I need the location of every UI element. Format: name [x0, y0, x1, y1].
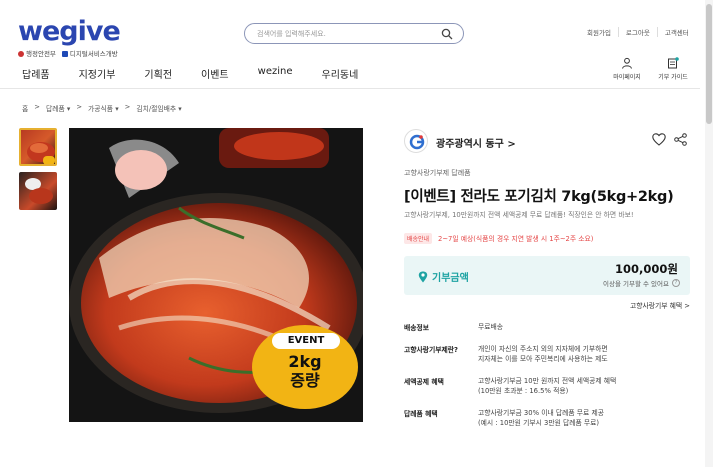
logout-link[interactable]: 로그아웃 [617, 27, 657, 37]
scrollbar[interactable] [705, 0, 713, 467]
site-logo[interactable]: wegive 행정안전부 디지털서비스개방 [18, 16, 121, 58]
donation-benefit-link[interactable]: 고향사랑기부 혜택 > [630, 300, 690, 310]
product-thumbnail[interactable] [19, 128, 57, 166]
nav-gifts[interactable]: 답례품 [22, 66, 50, 81]
kimchi-thumbnail-image [27, 142, 55, 164]
mypage-button[interactable]: 마이페이지 [610, 57, 644, 81]
breadcrumb-gifts[interactable]: 답례품 ▾ [46, 103, 70, 113]
info-row-tax-benefit: 세액공제 혜택 고향사랑기부금 10만 원까지 전액 세액공제 혜택 (10만원… [404, 377, 617, 395]
donation-guide-button[interactable]: 기부 가이드 [656, 57, 690, 81]
shipping-estimate: 2~7일 예상(식품의 경우 지연 발생 시 1주~2주 소요) [438, 235, 594, 243]
customer-center-link[interactable]: 고객센터 [656, 27, 696, 37]
donation-label: 기부금액 [432, 273, 469, 284]
nav-wezine[interactable]: wezine [258, 66, 293, 81]
nav-neighborhood[interactable]: 우리동네 [322, 66, 359, 81]
donation-amount: 100,000원 [615, 262, 678, 276]
nav-events[interactable]: 이벤트 [201, 66, 229, 81]
signup-link[interactable]: 회원가입 [580, 27, 618, 37]
gwangju-donggu-logo-icon [409, 134, 425, 150]
breadcrumb-home[interactable]: 홈 [22, 103, 28, 113]
breadcrumb-kimchi[interactable]: 김치/절임배추 ▾ [136, 103, 181, 113]
nav-designated-donation[interactable]: 지정기부 [79, 66, 116, 81]
gov-emblem-icon [18, 51, 24, 57]
product-thumbnail[interactable] [19, 172, 57, 210]
info-row-about: 고향사랑기부제란? 개인이 자신의 주소지 외의 지자체에 기부하면 지자체는 … [404, 345, 608, 363]
event-pill: EVENT [272, 333, 340, 349]
main-nav: 답례품 지정기부 기획전 이벤트 wezine 우리동네 [22, 66, 387, 81]
product-title: [이벤트] 전라도 포기김치 7kg(5kg+2kg) [404, 189, 674, 205]
mois-label: 행정안전부 [18, 48, 56, 58]
utility-links: 회원가입 로그아웃 고객센터 [580, 27, 696, 37]
donation-note: 이상을 기부할 수 있어요 [603, 280, 669, 288]
breadcrumb: 홈 > 답례품 ▾ > 가공식품 ▾ > 김치/절임배추 ▾ [22, 103, 182, 113]
digital-service-label: 디지털서비스개방 [61, 48, 118, 58]
help-icon[interactable]: ? [672, 279, 680, 287]
heart-icon[interactable] [652, 133, 666, 146]
event-bonus-text: 2kg 증량 [288, 352, 322, 390]
header-right-icons: 마이페이지 기부 가이드 [610, 57, 690, 81]
nav-exhibitions[interactable]: 기획전 [144, 66, 172, 81]
scrollbar-thumb[interactable] [706, 4, 712, 124]
share-icon[interactable] [674, 133, 687, 146]
search-icon[interactable] [441, 28, 453, 40]
donation-amount-box: 기부금액 100,000원 이상을 기부할 수 있어요 ? [404, 256, 690, 295]
seller-link[interactable]: 광주광역시 동구 > [436, 135, 516, 150]
header-divider [0, 88, 700, 89]
shipping-badge: 배송안내 [404, 233, 433, 244]
info-row-gift-benefit: 답례품 혜택 고향사랑기부금 30% 이내 답례품 무료 제공 (예시 : 10… [404, 409, 604, 427]
kimchi-thumbnail-image [25, 178, 53, 204]
search-bar[interactable]: 검색어를 입력해주세요. [244, 23, 464, 44]
user-icon [622, 57, 632, 69]
info-row-shipping: 배송정보 무료배송 [404, 323, 504, 332]
breadcrumb-processed-food[interactable]: 가공식품 ▾ [88, 103, 119, 113]
guide-icon [668, 57, 679, 69]
product-category: 고향사랑기부제 답례품 [404, 169, 471, 177]
seller-logo[interactable] [404, 129, 428, 153]
product-description: 고향사랑기부제, 10만원까지 전액 세액공제 무료 답례품! 직장인은 안 하… [404, 211, 634, 219]
digital-service-icon [61, 51, 68, 57]
search-input[interactable]: 검색어를 입력해주세요. [257, 29, 326, 39]
location-pin-icon [418, 271, 428, 282]
logo-wordmark: wegive [18, 16, 121, 47]
